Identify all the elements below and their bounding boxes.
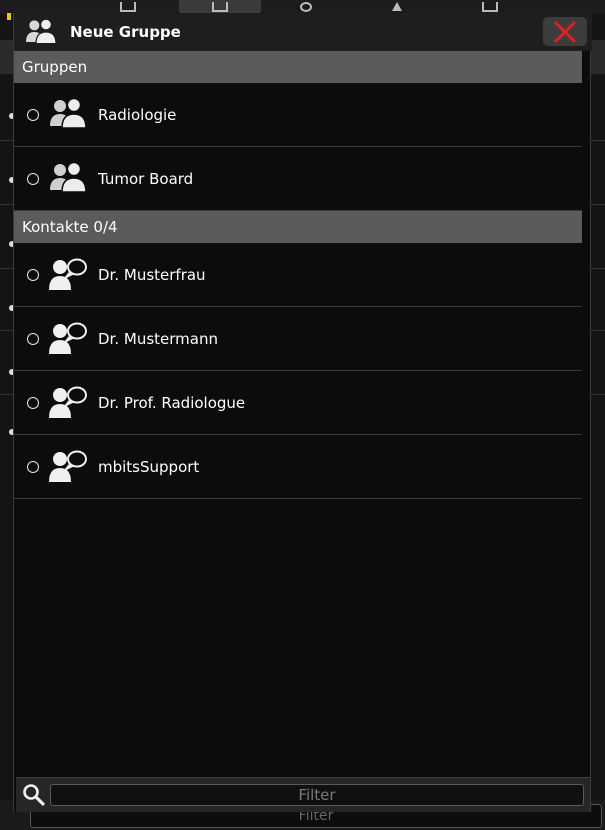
- group-icon: [26, 18, 57, 45]
- group-label: Radiologie: [98, 106, 177, 124]
- contact-label: Dr. Prof. Radiologue: [98, 394, 246, 412]
- close-icon: [554, 21, 576, 43]
- group-icon: [50, 161, 87, 193]
- contact-row-mbitssupport[interactable]: mbitsSupport: [14, 435, 582, 499]
- radio-button[interactable]: [27, 333, 39, 345]
- background-tab-icon: [300, 2, 312, 12]
- dialog-title: Neue Gruppe: [70, 23, 181, 41]
- groups-section-header: Gruppen: [14, 51, 582, 83]
- background-tab-icon: [120, 2, 136, 12]
- contact-label: Dr. Musterfrau: [98, 266, 206, 284]
- close-button[interactable]: [543, 17, 587, 46]
- contact-row-dr-mustermann[interactable]: Dr. Mustermann: [14, 307, 582, 371]
- background-tab-icon: [212, 2, 228, 12]
- filter-input[interactable]: [50, 784, 584, 806]
- radio-button[interactable]: [27, 173, 39, 185]
- contact-chat-icon: [49, 386, 87, 418]
- group-label: Tumor Board: [98, 170, 194, 188]
- contact-row-dr-musterfrau[interactable]: Dr. Musterfrau: [14, 243, 582, 307]
- search-icon[interactable]: [21, 783, 47, 807]
- background-tab-icon: [482, 2, 498, 12]
- contacts-section-header: Kontakte 0/4: [14, 211, 582, 243]
- background-tab-bar: [0, 0, 605, 14]
- radio-button[interactable]: [27, 397, 39, 409]
- group-icon: [50, 97, 87, 129]
- group-row-radiologie[interactable]: Radiologie: [14, 83, 582, 147]
- contact-row-dr-prof-radiologue[interactable]: Dr. Prof. Radiologue: [14, 371, 582, 435]
- radio-button[interactable]: [27, 269, 39, 281]
- background-badge: [7, 13, 11, 20]
- contact-label: mbitsSupport: [98, 458, 200, 476]
- radio-button[interactable]: [27, 461, 39, 473]
- contact-chat-icon: [49, 322, 87, 354]
- background-tab-icon: [392, 2, 402, 11]
- radio-button[interactable]: [27, 109, 39, 121]
- contact-chat-icon: [49, 258, 87, 290]
- new-group-dialog: Neue Gruppe Gruppen Radiologie Tumor Boa…: [13, 13, 592, 812]
- contact-chat-icon: [49, 450, 87, 482]
- filter-bar: [16, 777, 590, 812]
- dialog-header: Neue Gruppe: [14, 13, 592, 51]
- contact-label: Dr. Mustermann: [98, 330, 218, 348]
- group-row-tumor-board[interactable]: Tumor Board: [14, 147, 582, 211]
